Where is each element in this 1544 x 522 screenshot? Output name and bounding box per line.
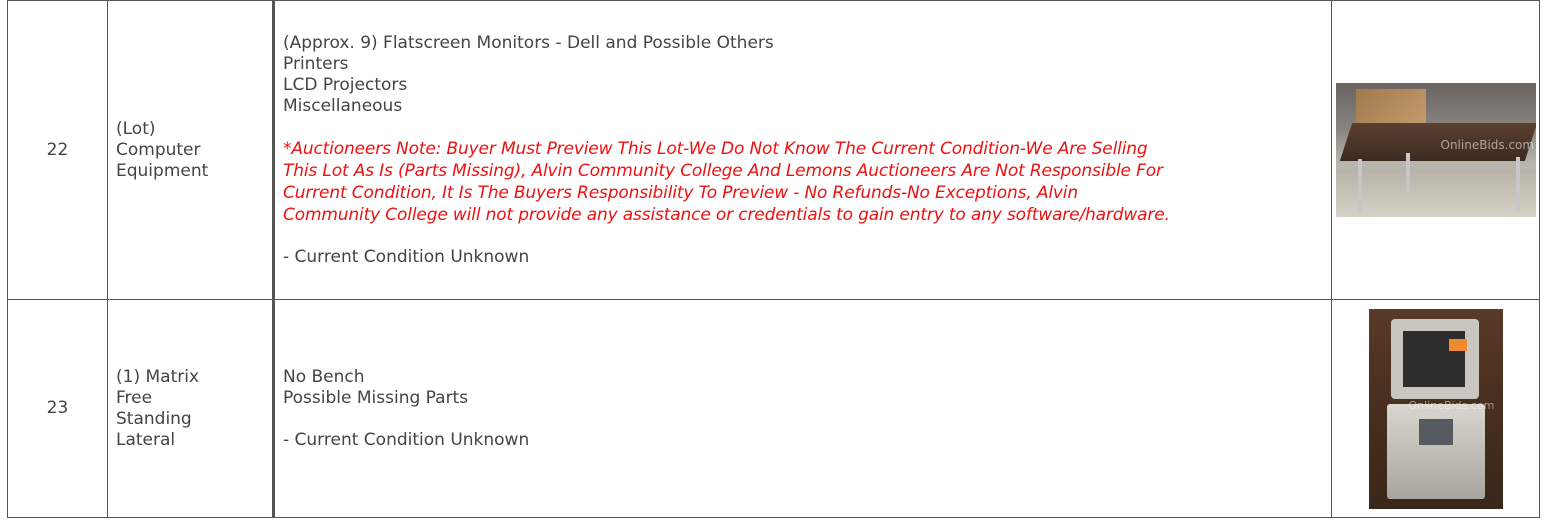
lot-photo-cell: OnlineBids.com (1331, 0, 1540, 300)
item-line: (Approx. 9) Flatscreen Monitors - Dell a… (283, 32, 774, 53)
lot-photo-cell: OnlineBids.com (1331, 299, 1540, 518)
note-line: Community College will not provide any a… (283, 204, 1170, 225)
item-line: Printers (283, 53, 349, 74)
item-line: No Bench (283, 366, 365, 387)
lot-description: No Bench Possible Missing Parts - Curren… (273, 299, 1332, 518)
lot-title-line: Computer (116, 139, 201, 160)
condition-line: - Current Condition Unknown (283, 246, 530, 267)
lot-title-line: Equipment (116, 160, 209, 181)
auctioneer-note: *Auctioneers Note: Buyer Must Preview Th… (283, 138, 1323, 226)
lot-title: (Lot) Computer Equipment (107, 0, 275, 300)
table-row: 23 (1) Matrix Free Standing Lateral No B… (7, 299, 1540, 518)
lot-number: 23 (7, 299, 108, 518)
note-line: Current Condition, It Is The Buyers Resp… (283, 182, 1079, 203)
item-line: LCD Projectors (283, 74, 408, 95)
note-line: This Lot As Is (Parts Missing), Alvin Co… (283, 160, 1163, 181)
item-line: Possible Missing Parts (283, 387, 469, 408)
note-line: *Auctioneers Note: Buyer Must Preview Th… (283, 138, 1148, 159)
lot-description: (Approx. 9) Flatscreen Monitors - Dell a… (273, 0, 1332, 300)
lot-title: (1) Matrix Free Standing Lateral (107, 299, 275, 518)
lot-title-line: (1) Matrix (116, 366, 200, 387)
item-line: Miscellaneous (283, 95, 403, 116)
lot-title-line: (Lot) (116, 118, 156, 139)
lot-title-line: Lateral (116, 429, 176, 450)
lot-photo-table[interactable]: OnlineBids.com (1335, 83, 1536, 217)
table-row: 22 (Lot) Computer Equipment (Approx. 9) … (7, 0, 1540, 300)
lot-number: 22 (7, 0, 108, 300)
condition-line: - Current Condition Unknown (283, 429, 530, 450)
photo-watermark: OnlineBids.com (1440, 138, 1535, 152)
lot-table: 22 (Lot) Computer Equipment (Approx. 9) … (7, 0, 1540, 518)
lot-title-line: Free (116, 387, 153, 408)
lot-photo-lateral[interactable]: OnlineBids.com (1368, 308, 1503, 509)
photo-watermark: OnlineBids.com (1408, 398, 1495, 412)
lot-title-line: Standing (116, 408, 192, 429)
